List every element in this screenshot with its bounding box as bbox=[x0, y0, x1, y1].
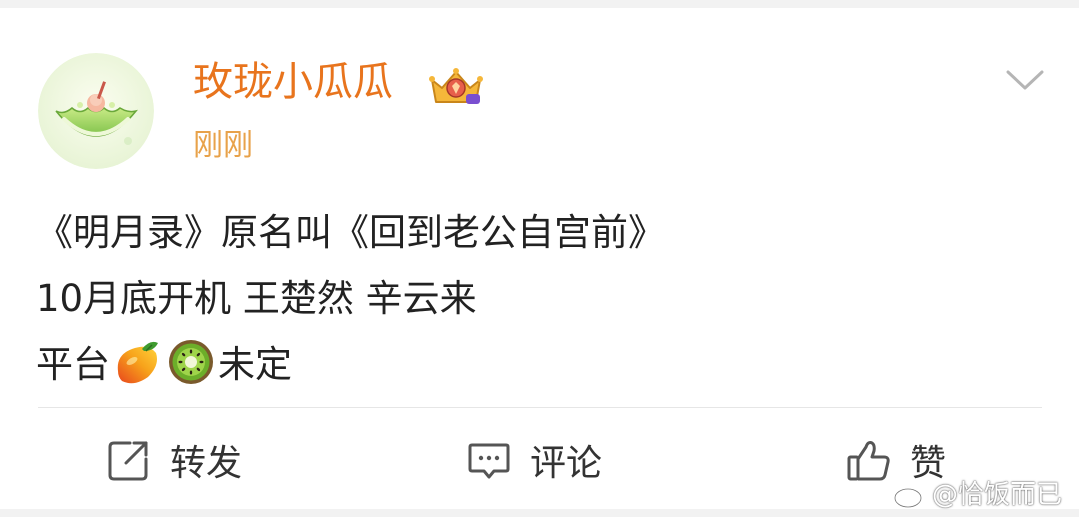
vip-crown-badge-icon bbox=[426, 64, 486, 108]
repost-icon bbox=[108, 441, 148, 481]
comment-label: 评论 bbox=[530, 443, 603, 484]
post-content: 《明月录》原名叫《回到老公自宫前》 10月底开机 王楚然 辛云来 平台 未定 bbox=[36, 200, 1046, 398]
content-text: 未定 bbox=[218, 343, 292, 386]
weibo-logo-icon bbox=[893, 483, 927, 509]
content-line: 《明月录》原名叫《回到老公自宫前》 bbox=[36, 211, 665, 254]
chevron-down-icon[interactable] bbox=[1000, 60, 1050, 100]
content-line: 10月底开机 王楚然 辛云来 bbox=[36, 277, 477, 320]
username[interactable]: 玫珑小瓜瓜 bbox=[193, 58, 393, 106]
like-button[interactable]: 赞 bbox=[846, 434, 946, 486]
comment-button[interactable]: 评论 bbox=[466, 434, 602, 486]
repost-button[interactable]: 转发 bbox=[106, 434, 242, 486]
avatar[interactable] bbox=[38, 53, 154, 169]
content-line: 平台 未定 bbox=[36, 332, 1046, 398]
kiwi-emoji-icon bbox=[166, 337, 216, 387]
watermark: @恰饭而已 bbox=[932, 480, 1063, 510]
repost-label: 转发 bbox=[170, 443, 243, 484]
post-timestamp: 刚刚 bbox=[193, 128, 253, 163]
comment-icon bbox=[468, 443, 510, 479]
thumbs-up-icon bbox=[847, 441, 890, 481]
mango-emoji-icon bbox=[112, 337, 162, 387]
divider bbox=[38, 407, 1042, 408]
post-card: 玫珑小瓜瓜 刚刚 《明月录》原名叫《回到老公自宫前》 10月底开机 王楚然 辛云… bbox=[0, 8, 1079, 509]
content-text: 平台 bbox=[36, 343, 110, 386]
